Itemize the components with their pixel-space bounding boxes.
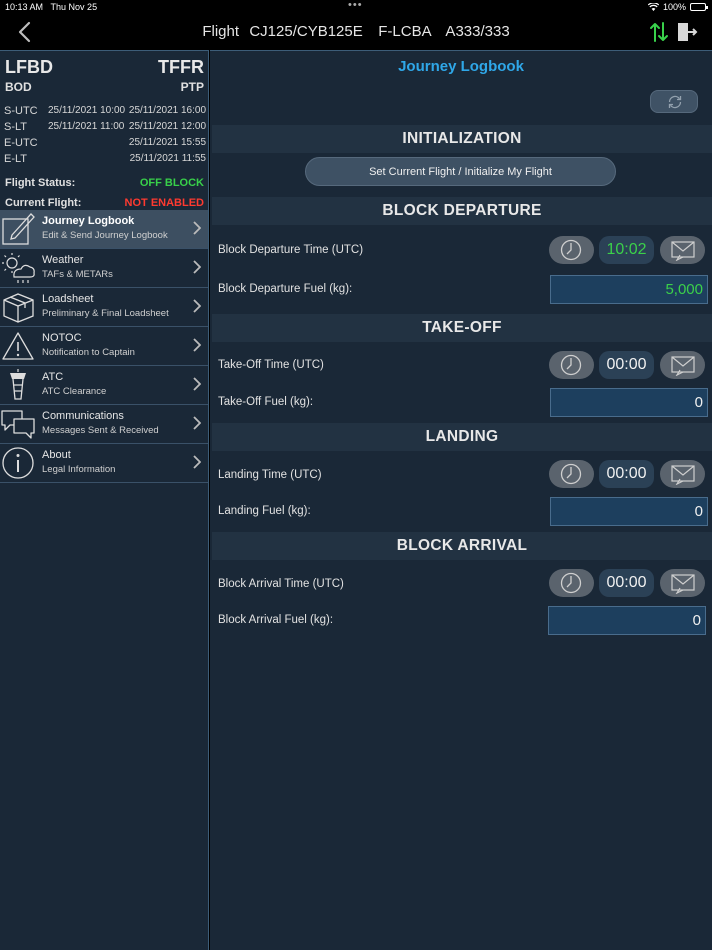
route-iata: BOD PTP [0,77,208,97]
menu-item-journey-logbook[interactable]: Journey Logbook Edit & Send Journey Logb… [0,210,208,249]
current-flight-label: Current Flight: [5,197,82,209]
clock-icon [560,463,582,485]
clock-icon [560,572,582,594]
up-down-arrows-icon [650,22,668,42]
chevron-right-icon [193,416,201,430]
section-header-initialization: INITIALIZATION [212,125,712,153]
section-header-block-departure: BLOCK DEPARTURE [212,197,712,225]
flight-title: Flight CJ125/CYB125E F-LCBA A333/333 [202,23,510,40]
battery-icon [690,3,708,11]
multitasking-dots[interactable]: ••• [348,0,363,11]
block-departure-time-label: Block Departure Time (UTC) [218,244,364,256]
takeoff-time-label: Take-Off Time (UTC) [218,359,324,371]
block-arrival-fuel-input[interactable]: 0 [548,606,706,635]
info-icon [2,447,34,479]
sidebar: LFBD TFFR BOD PTP S-UTC 25/11/2021 10:00… [0,50,209,950]
send-mail-icon [671,241,695,261]
tower-icon [10,369,26,400]
flight-status-row: Flight Status: OFF BLOCK [0,173,208,193]
schedule-times: S-UTC 25/11/2021 10:00 25/11/2021 16:00 … [0,103,208,167]
takeoff-fuel-input[interactable]: 0 [550,388,708,417]
menu-item-notoc[interactable]: NOTOC Notification to Captain [0,327,208,366]
block-departure-fuel-label: Block Departure Fuel (kg): [218,283,353,295]
send-mail-icon [671,574,695,594]
landing-clock-button[interactable] [549,460,594,488]
landing-fuel-input[interactable]: 0 [550,497,708,526]
send-mail-icon [671,465,695,485]
weather-icon [2,253,35,283]
landing-time-label: Landing Time (UTC) [218,469,322,481]
box-icon [3,293,34,323]
menu-item-atc[interactable]: ATC ATC Clearance [0,366,208,405]
warning-icon [2,332,34,360]
nav-bar: Flight CJ125/CYB125E F-LCBA A333/333 [0,14,712,50]
exit-door-icon [678,23,698,41]
logout-button[interactable] [676,21,698,43]
time-row: E-LT 25/11/2021 11:55 [4,153,206,165]
edit-icon [2,213,35,245]
chevron-right-icon [193,299,201,313]
time-row: E-UTC 25/11/2021 15:55 [4,137,206,149]
flight-status-value: OFF BLOCK [139,177,204,189]
landing-send-button[interactable] [660,460,705,488]
takeoff-clock-button[interactable] [549,351,594,379]
chevron-right-icon [193,221,201,235]
journey-logbook-panel: Journey Logbook INITIALIZATION Set Curre… [210,50,712,950]
sync-button[interactable] [648,20,670,44]
takeoff-time-value[interactable]: 00:00 [599,351,654,379]
status-time: 10:13 AM Thu Nov 25 [5,2,98,12]
block-arrival-time-label: Block Arrival Time (UTC) [218,578,344,590]
section-header-landing: LANDING [212,423,712,451]
initialize-flight-button[interactable]: Set Current Flight / Initialize My Fligh… [305,157,616,186]
menu-item-loadsheet[interactable]: Loadsheet Preliminary & Final Loadsheet [0,288,208,327]
time-row: S-LT 25/11/2021 11:00 25/11/2021 12:00 [4,121,206,133]
block-arrival-clock-button[interactable] [549,569,594,597]
menu-item-communications[interactable]: Communications Messages Sent & Received [0,405,208,444]
time-row: S-UTC 25/11/2021 10:00 25/11/2021 16:00 [4,105,206,117]
wifi-icon [647,3,659,11]
clock-icon [560,239,582,261]
origin-icao: LFBD [5,57,53,77]
origin-iata: BOD [5,80,32,94]
block-departure-clock-button[interactable] [549,236,594,264]
takeoff-fuel-label: Take-Off Fuel (kg): [218,396,314,408]
route-icao: LFBD TFFR [0,51,208,77]
clock-icon [560,354,582,376]
battery-percent: 100% [662,2,686,12]
section-header-block-arrival: BLOCK ARRIVAL [212,532,712,560]
chevron-right-icon [193,455,201,469]
section-header-takeoff: TAKE-OFF [212,314,712,342]
block-departure-send-button[interactable] [660,236,705,264]
block-arrival-time-value[interactable]: 00:00 [599,569,654,597]
status-bar: 10:13 AM Thu Nov 25 ••• 100% [0,0,712,14]
destination-icao: TFFR [158,57,204,77]
block-departure-fuel-input[interactable]: 5,000 [550,275,708,304]
landing-time-value[interactable]: 00:00 [599,460,654,488]
block-arrival-send-button[interactable] [660,569,705,597]
menu-item-about[interactable]: About Legal Information [0,444,208,483]
destination-iata: PTP [180,80,204,94]
status-right: 100% [647,2,708,12]
chevron-right-icon [193,377,201,391]
refresh-button[interactable] [650,90,698,113]
landing-fuel-label: Landing Fuel (kg): [218,505,311,517]
refresh-icon [668,95,682,109]
menu-item-weather[interactable]: Weather TAFs & METARs [0,249,208,288]
chevron-right-icon [193,338,201,352]
block-arrival-fuel-label: Block Arrival Fuel (kg): [218,614,334,626]
page-title: Journey Logbook [398,58,524,75]
chat-icon [1,410,35,439]
block-departure-time-value[interactable]: 10:02 [599,236,654,264]
flight-status-label: Flight Status: [5,177,76,189]
chevron-right-icon [193,260,201,274]
sidebar-menu: Journey Logbook Edit & Send Journey Logb… [0,210,208,483]
takeoff-send-button[interactable] [660,351,705,379]
send-mail-icon [671,356,695,376]
current-flight-value: NOT ENABLED [124,197,204,209]
